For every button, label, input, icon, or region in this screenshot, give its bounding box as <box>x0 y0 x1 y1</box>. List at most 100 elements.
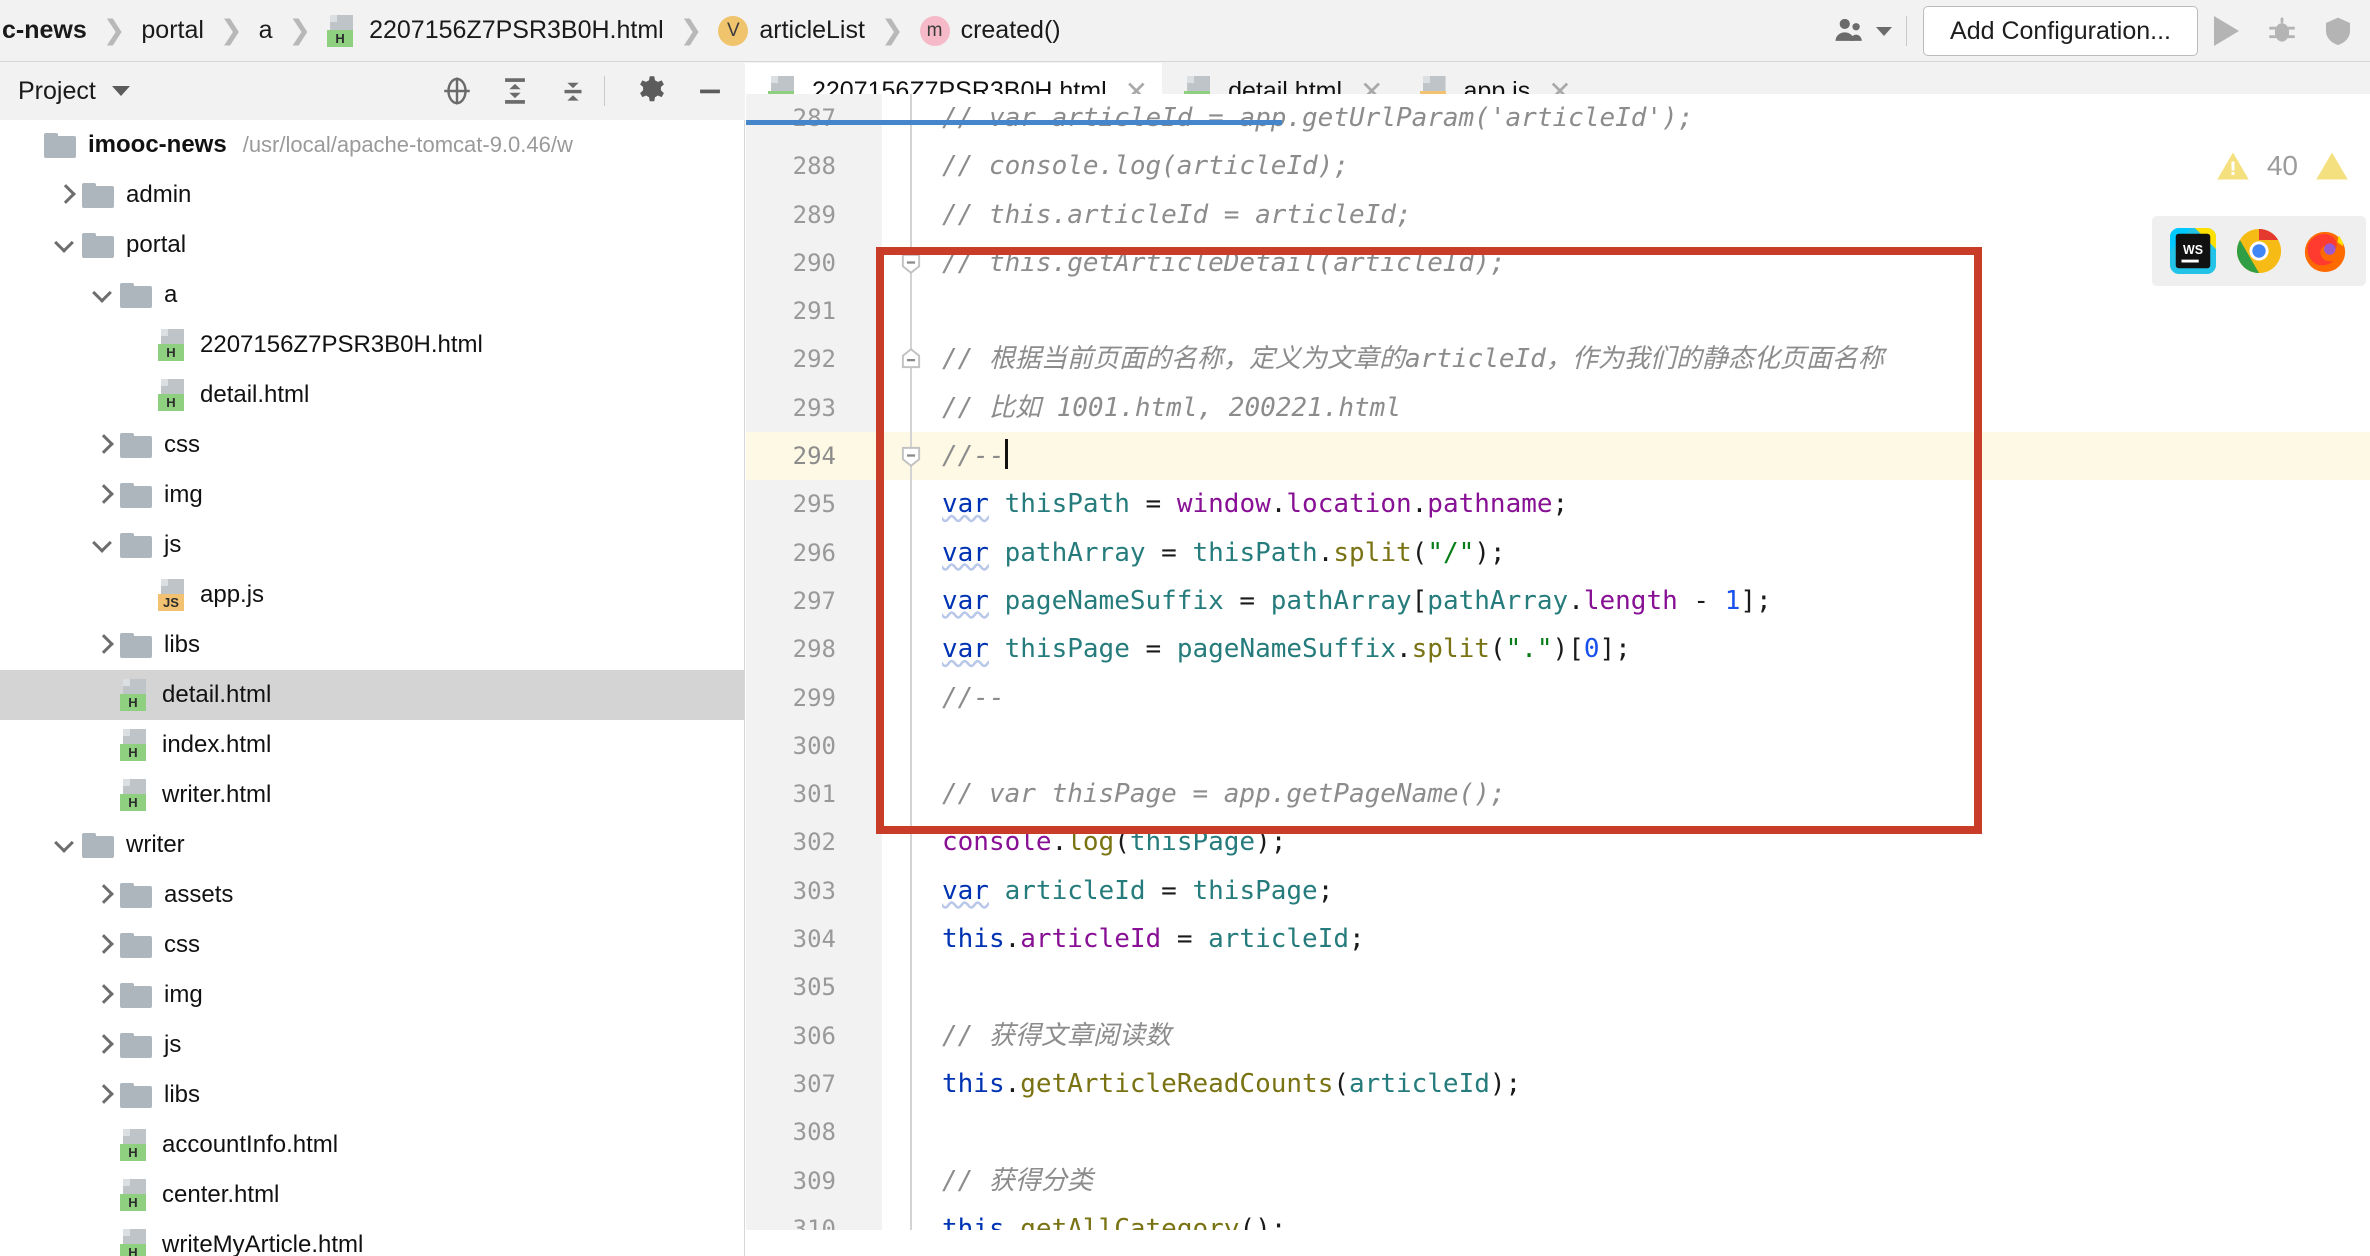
tree-item-index-html[interactable]: Hindex.html <box>0 720 744 770</box>
gutter-annotations[interactable] <box>850 1060 882 1108</box>
gutter-folding[interactable] <box>882 867 942 915</box>
chevron-down-icon[interactable] <box>90 532 116 558</box>
line-number[interactable]: 309 <box>746 1157 850 1205</box>
chevron-down-icon[interactable] <box>90 282 116 308</box>
code-line-299[interactable]: 299//-- <box>746 674 2370 722</box>
code-line-291[interactable]: 291 <box>746 287 2370 335</box>
gutter-folding[interactable] <box>882 1157 942 1205</box>
gutter-folding[interactable] <box>882 1108 942 1156</box>
add-configuration-button[interactable]: Add Configuration... <box>1923 6 2198 56</box>
gutter-folding[interactable] <box>882 142 942 190</box>
gutter-folding[interactable] <box>882 1012 942 1060</box>
line-number[interactable]: 292 <box>746 335 850 383</box>
chrome-icon[interactable] <box>2236 228 2282 274</box>
gutter-annotations[interactable] <box>850 191 882 239</box>
gutter-annotations[interactable] <box>850 335 882 383</box>
code-line-288[interactable]: 288// console.log(articleId); <box>746 142 2370 190</box>
chevron-right-icon[interactable] <box>90 482 116 508</box>
gutter-folding[interactable] <box>882 384 942 432</box>
tree-item-detail-html[interactable]: Hdetail.html <box>0 370 744 420</box>
gutter-folding[interactable] <box>882 722 942 770</box>
firefox-icon[interactable] <box>2302 228 2348 274</box>
line-number[interactable]: 298 <box>746 625 850 673</box>
code-line-309[interactable]: 309// 获得分类 <box>746 1157 2370 1205</box>
inspection-warning-indicator[interactable]: 40 <box>2213 148 2352 184</box>
code-line-303[interactable]: 303var articleId = thisPage; <box>746 867 2370 915</box>
project-tree[interactable]: imooc-news/usr/local/apache-tomcat-9.0.4… <box>0 120 745 1256</box>
tree-item-detail-html[interactable]: Hdetail.html <box>0 670 744 720</box>
code-line-290[interactable]: 290// this.getArticleDetail(articleId); <box>746 239 2370 287</box>
fold-end-icon[interactable] <box>898 346 924 372</box>
gutter-annotations[interactable] <box>850 963 882 1011</box>
code-line-293[interactable]: 293// 比如 1001.html, 200221.html <box>746 384 2370 432</box>
gutter-annotations[interactable] <box>850 770 882 818</box>
line-number[interactable]: 303 <box>746 867 850 915</box>
code-line-308[interactable]: 308 <box>746 1108 2370 1156</box>
gutter-annotations[interactable] <box>850 818 882 866</box>
webstorm-icon[interactable]: WS <box>2170 228 2216 274</box>
gutter-folding[interactable] <box>882 770 942 818</box>
line-number[interactable]: 307 <box>746 1060 850 1108</box>
user-icon[interactable] <box>1826 11 1872 51</box>
code-line-302[interactable]: 302console.log(thisPage); <box>746 818 2370 866</box>
gutter-annotations[interactable] <box>850 1108 882 1156</box>
breadcrumb-item-created-[interactable]: mcreated() <box>920 16 1061 46</box>
gutter-annotations[interactable] <box>850 239 882 287</box>
code-line-307[interactable]: 307this.getArticleReadCounts(articleId); <box>746 1060 2370 1108</box>
gutter-folding[interactable] <box>882 818 942 866</box>
gutter-annotations[interactable] <box>850 867 882 915</box>
tree-item-img[interactable]: img <box>0 970 744 1020</box>
horizontal-scroll-indicator[interactable] <box>746 120 1282 125</box>
hide-minimize-icon[interactable] <box>683 68 737 114</box>
gutter-folding[interactable] <box>882 625 942 673</box>
breadcrumb-item-a[interactable]: a <box>259 16 273 45</box>
line-number[interactable]: 302 <box>746 818 850 866</box>
settings-gear-icon[interactable] <box>625 68 679 114</box>
chevron-down-icon[interactable] <box>52 832 78 858</box>
tree-item-css[interactable]: css <box>0 920 744 970</box>
line-number[interactable]: 300 <box>746 722 850 770</box>
gutter-folding[interactable] <box>882 94 942 142</box>
tree-item-app-js[interactable]: JSapp.js <box>0 570 744 620</box>
tree-item-libs[interactable]: libs <box>0 1070 744 1120</box>
chevron-down-icon[interactable] <box>112 86 130 96</box>
tree-item-imooc-news[interactable]: imooc-news/usr/local/apache-tomcat-9.0.4… <box>0 120 744 170</box>
breadcrumb-item-c-news[interactable]: c-news <box>2 16 87 45</box>
code-line-294[interactable]: 294//-- <box>746 432 2370 480</box>
gutter-annotations[interactable] <box>850 384 882 432</box>
gutter-annotations[interactable] <box>850 722 882 770</box>
gutter-annotations[interactable] <box>850 287 882 335</box>
tree-item-assets[interactable]: assets <box>0 870 744 920</box>
line-number[interactable]: 304 <box>746 915 850 963</box>
chevron-right-icon[interactable] <box>90 632 116 658</box>
line-number[interactable]: 290 <box>746 239 850 287</box>
breadcrumb-item-portal[interactable]: portal <box>141 16 204 45</box>
tree-item-a[interactable]: a <box>0 270 744 320</box>
line-number[interactable]: 291 <box>746 287 850 335</box>
code-editor[interactable]: 287// var articleId = app.getUrlParam('a… <box>746 94 2370 1230</box>
code-line-298[interactable]: 298var thisPage = pageNameSuffix.split("… <box>746 625 2370 673</box>
gutter-annotations[interactable] <box>850 142 882 190</box>
tree-item-admin[interactable]: admin <box>0 170 744 220</box>
tree-item-writer[interactable]: writer <box>0 820 744 870</box>
locate-icon[interactable] <box>430 68 484 114</box>
code-line-300[interactable]: 300 <box>746 722 2370 770</box>
tree-item-writemyarticle-html[interactable]: HwriteMyArticle.html <box>0 1220 744 1256</box>
gutter-annotations[interactable] <box>850 915 882 963</box>
tree-item-center-html[interactable]: Hcenter.html <box>0 1170 744 1220</box>
line-number[interactable]: 287 <box>746 94 850 142</box>
fold-collapse-icon[interactable] <box>898 250 924 276</box>
line-number[interactable]: 294 <box>746 432 850 480</box>
user-dropdown-caret-icon[interactable] <box>1876 27 1892 36</box>
tree-item-writer-html[interactable]: Hwriter.html <box>0 770 744 820</box>
chevron-right-icon[interactable] <box>90 432 116 458</box>
line-number[interactable]: 301 <box>746 770 850 818</box>
gutter-folding[interactable] <box>882 287 942 335</box>
line-number[interactable]: 297 <box>746 577 850 625</box>
line-number[interactable]: 293 <box>746 384 850 432</box>
tree-item-accountinfo-html[interactable]: HaccountInfo.html <box>0 1120 744 1170</box>
line-number[interactable]: 306 <box>746 1012 850 1060</box>
tree-item-portal[interactable]: portal <box>0 220 744 270</box>
debug-bug-icon[interactable] <box>2254 7 2310 55</box>
gutter-annotations[interactable] <box>850 1012 882 1060</box>
